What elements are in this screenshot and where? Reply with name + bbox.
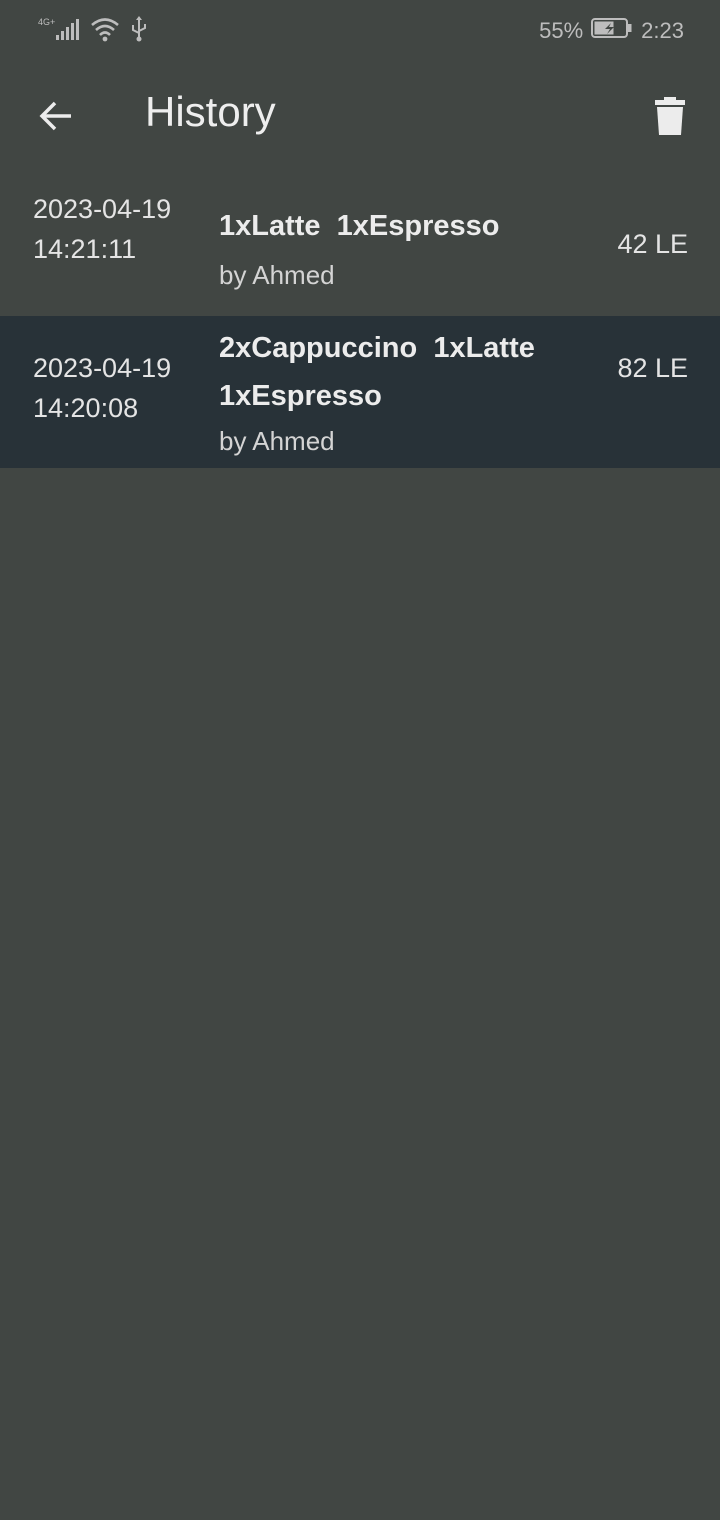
history-entry-selected[interactable]: 2023-04-19 14:20:08 2xCappuccino 1xLatte… [0, 316, 720, 468]
entry-details: 1xLatte 1xEspresso by Ahmed [219, 202, 579, 292]
wifi-icon [90, 16, 120, 47]
usb-icon [130, 15, 148, 47]
svg-text:4G+: 4G+ [38, 17, 55, 27]
clock: 2:23 [641, 18, 684, 43]
arrow-back-icon [38, 98, 74, 139]
entry-datetime: 2023-04-19 14:21:11 [33, 189, 171, 269]
entry-items: 2xCappuccino 1xLatte 1xEspresso [219, 332, 535, 412]
entry-date: 2023-04-19 [33, 194, 172, 224]
back-button[interactable] [28, 90, 84, 146]
entry-items: 1xLatte 1xEspresso [219, 210, 500, 242]
history-list: 2023-04-19 14:21:11 1xLatte 1xEspresso b… [0, 170, 720, 468]
screen: 4G+ 55% 2:23 History 2023-04-19 14:21:11… [0, 0, 720, 1520]
delete-history-button[interactable] [642, 90, 698, 146]
entry-date: 2023-04-19 [33, 353, 172, 383]
entry-author: by Ahmed [219, 426, 335, 456]
entry-price: 82 LE [617, 353, 688, 383]
entry-time: 14:20:08 [33, 393, 139, 423]
entry-author: by Ahmed [219, 260, 335, 290]
battery-percent: 55% [539, 18, 584, 43]
entry-price: 42 LE [617, 229, 688, 259]
status-icons-right: 55% 2:23 [539, 17, 684, 45]
entry-details: 2xCappuccino 1xLatte 1xEspresso by Ahmed [219, 324, 579, 458]
entry-datetime: 2023-04-19 14:20:08 [33, 348, 171, 428]
app-bar: History [0, 62, 720, 170]
history-entry[interactable]: 2023-04-19 14:21:11 1xLatte 1xEspresso b… [0, 170, 720, 316]
signal-icon: 4G+ [38, 16, 80, 47]
status-icons-left: 4G+ [38, 15, 148, 47]
status-bar: 4G+ 55% 2:23 [0, 0, 720, 62]
trash-icon [655, 96, 685, 140]
battery-icon [591, 17, 633, 45]
page-title: History [145, 88, 276, 135]
entry-time: 14:21:11 [33, 234, 137, 264]
